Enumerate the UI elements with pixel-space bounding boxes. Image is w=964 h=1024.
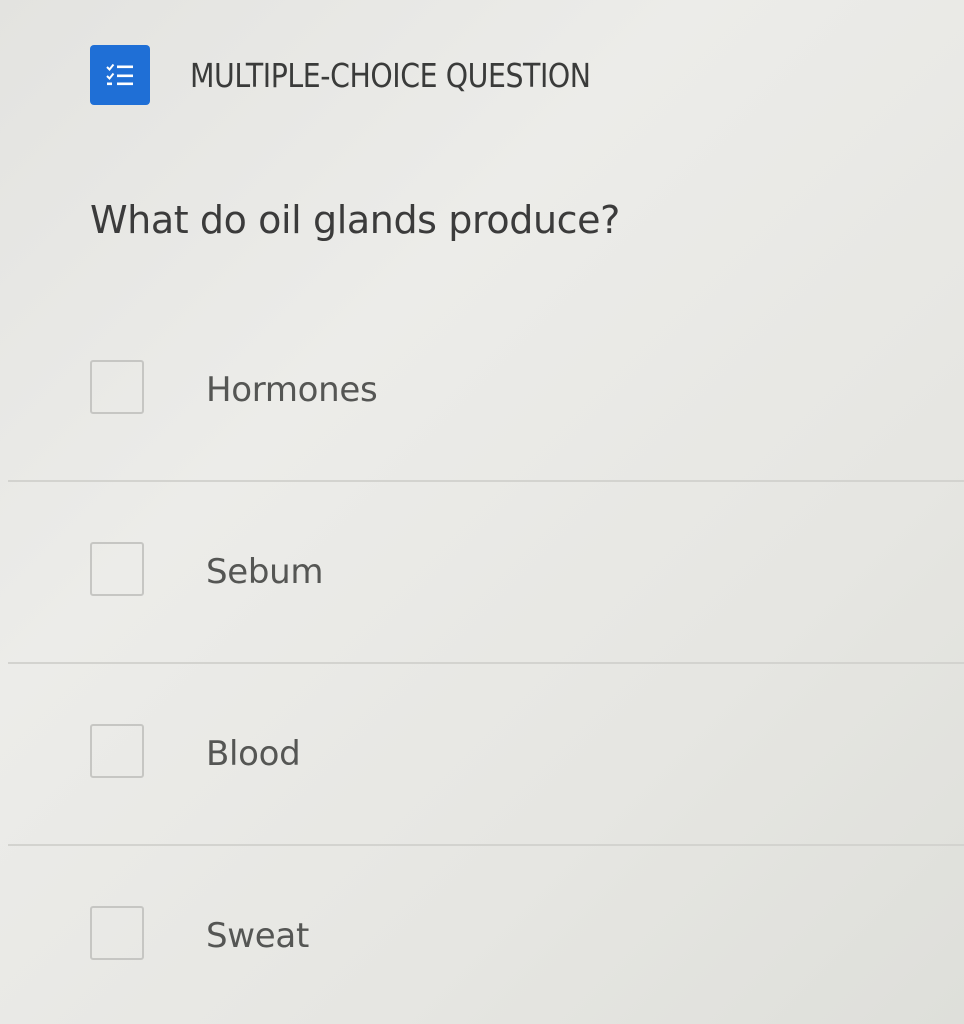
question-type-title: MULTIPLE-CHOICE QUESTION xyxy=(190,55,591,95)
option-checkbox[interactable] xyxy=(90,360,144,414)
option-checkbox[interactable] xyxy=(90,542,144,596)
option-label: Blood xyxy=(206,734,301,774)
option-row[interactable]: Blood xyxy=(0,664,964,846)
option-checkbox[interactable] xyxy=(90,906,144,960)
option-row[interactable]: Sweat xyxy=(0,846,964,1024)
option-row[interactable]: Hormones xyxy=(0,300,964,482)
question-text: What do oil glands produce? xyxy=(90,198,620,242)
option-label: Hormones xyxy=(206,370,378,410)
answer-options: Hormones Sebum Blood Sweat xyxy=(0,300,964,1024)
option-label: Sebum xyxy=(206,552,324,592)
checklist-icon xyxy=(90,45,150,105)
question-header: MULTIPLE-CHOICE QUESTION xyxy=(90,45,656,105)
option-label: Sweat xyxy=(206,916,309,956)
option-checkbox[interactable] xyxy=(90,724,144,778)
option-row[interactable]: Sebum xyxy=(0,482,964,664)
